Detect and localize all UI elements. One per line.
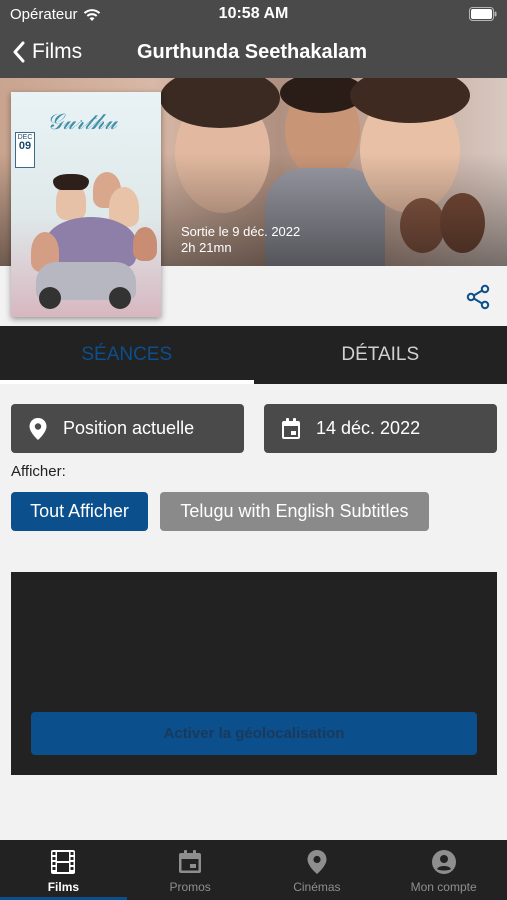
page-title: Gurthunda Seethakalam [137,41,368,63]
location-value: Position actuelle [63,418,195,438]
filter-chip-all[interactable]: Tout Afficher [11,492,148,531]
calendar-icon [282,417,300,439]
filter-chip-language[interactable]: Telugu with English Subtitles [160,492,429,531]
tabbar-item-account[interactable]: Mon compte [380,840,507,900]
back-button[interactable]: Films [12,40,82,64]
tab-seances-label: SÉANCES [81,344,173,365]
movie-info: Sortie le 9 déc. 2022 2h 21mn [181,224,300,256]
tab-details[interactable]: DÉTAILS [254,326,507,384]
bottom-tab-bar: Films Promos Cinémas Mon compte [0,840,507,900]
tab-bar-top: SÉANCES DÉTAILS [0,326,507,384]
tabbar-item-cinemas[interactable]: Cinémas [254,840,381,900]
chevron-left-icon [13,41,25,63]
poster-person [53,174,89,190]
poster-person [46,217,136,267]
battery-icon [469,7,497,25]
showtimes-panel: Activer la géolocalisation [11,572,497,775]
poster-logo: 𝒢𝓊𝓇𝓉𝒽𝓊 [47,110,117,135]
location-selector[interactable]: Position actuelle [11,404,244,453]
location-pin-icon [307,850,327,874]
poster-wheel [39,287,61,309]
poster-date-tag: DEC 09 [15,132,35,168]
tabbar-label: Mon compte [410,880,477,894]
back-label: Films [32,40,83,63]
film-icon [51,850,76,874]
calendar-icon [179,850,202,873]
tabbar-item-promos[interactable]: Promos [127,840,254,900]
location-pin-icon [29,417,47,440]
release-date: Sortie le 9 déc. 2022 [181,224,301,239]
date-selector[interactable]: 14 déc. 2022 [264,404,497,453]
poster-wheel [109,287,131,309]
date-value: 14 déc. 2022 [316,418,421,438]
show-label: Afficher: [11,463,66,480]
status-bar: Opérateur 10:58 AM [0,0,507,30]
clock: 10:58 AM [218,5,289,22]
duration: 2h 21mn [181,240,232,255]
tab-seances[interactable]: SÉANCES [0,326,254,384]
account-icon [431,850,456,874]
tabbar-item-films[interactable]: Films [0,840,127,900]
filters: Position actuelle 14 déc. 2022 [11,404,497,453]
tab-details-label: DÉTAILS [341,344,420,365]
navigation-bar: Films Gurthunda Seethakalam [0,30,507,78]
share-icon[interactable] [465,284,491,310]
tab-indicator [0,380,254,384]
movie-poster: 𝒢𝓊𝓇𝓉𝒽𝓊 DEC 09 [11,92,161,317]
tabbar-label: Cinémas [293,880,341,894]
tabbar-label: Promos [169,880,211,894]
poster-person [133,227,157,261]
tabbar-label: Films [47,880,80,894]
enable-geolocation-button[interactable]: Activer la géolocalisation [31,712,477,755]
